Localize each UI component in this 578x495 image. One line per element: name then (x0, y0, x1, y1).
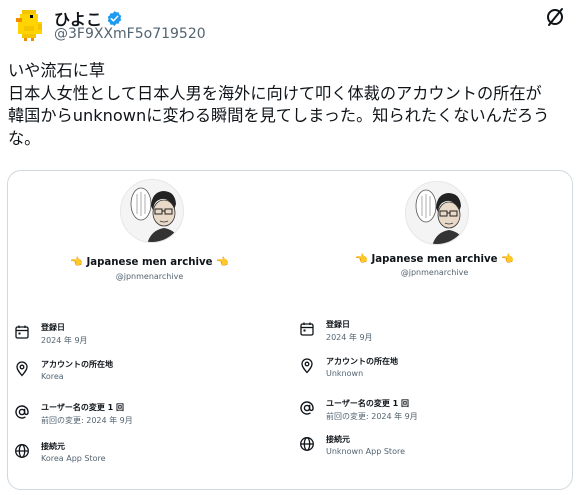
pointing-hand-icon: 👈 (216, 257, 229, 268)
at-sign-icon (15, 405, 29, 419)
info-row-connection: 接続元 Unknown App Store (299, 434, 569, 464)
info-label: アカウントの所在地 (326, 357, 398, 366)
tweet-text: いや流石に草 日本人女性として日本人男を海外に向けて叩く体裁のアカウントの所在が… (8, 60, 570, 150)
tweet-header: ひよこ @3F9XXmF5o719520 (8, 4, 570, 46)
pointing-hand-icon: 👈 (355, 254, 368, 265)
verified-badge-icon (107, 10, 122, 26)
calendar-icon (15, 325, 29, 339)
info-value: 前回の変更: 2024 年 9月 (41, 416, 133, 425)
globe-icon (15, 444, 29, 458)
info-value: 2024 年 9月 (41, 336, 88, 345)
profile-account-name: 👈 Japanese men archive 👈 (8, 257, 291, 268)
info-label: ユーザー名の変更 1 回 (41, 403, 124, 412)
location-pin-icon (301, 358, 313, 374)
profile-avatar (405, 181, 469, 245)
grok-icon[interactable] (544, 6, 566, 28)
profile-screenshot-after: 👈 Japanese men archive 👈 @jpnmenarchive … (293, 171, 572, 489)
calendar-icon (300, 322, 314, 336)
author-handle[interactable]: @3F9XXmF5o719520 (54, 26, 206, 42)
info-row-username-change: ユーザー名の変更 1 回 前回の変更: 2024 年 9月 (14, 402, 284, 432)
info-label: 接続元 (326, 435, 350, 444)
tweet-text-line: 日本人女性として日本人男を海外に向けて叩く体裁のアカウントの所在が (8, 83, 542, 103)
info-value: Unknown (326, 369, 364, 378)
pointing-hand-icon: 👈 (70, 257, 83, 268)
info-row-registered: 登録日 2024 年 9月 (14, 322, 284, 352)
tweet-media-image[interactable]: 👈 Japanese men archive 👈 @jpnmenarchive … (7, 170, 573, 490)
info-label: アカウントの所在地 (41, 360, 113, 369)
info-row-location: アカウントの所在地 Unknown (299, 356, 569, 386)
info-value: Unknown App Store (326, 447, 405, 456)
caricature-portrait-icon (406, 182, 468, 244)
profile-account-name: 👈 Japanese men archive 👈 (293, 254, 572, 265)
info-value: Korea (41, 372, 64, 381)
info-row-connection: 接続元 Korea App Store (14, 441, 284, 471)
at-sign-icon (300, 401, 314, 415)
info-label: ユーザー名の変更 1 回 (326, 399, 409, 408)
info-label: 登録日 (41, 323, 65, 332)
profile-account-name-text: Japanese men archive (371, 254, 498, 265)
info-label: 接続元 (41, 442, 65, 451)
globe-icon (300, 437, 314, 451)
profile-avatar (120, 179, 184, 243)
profile-screenshot-before: 👈 Japanese men archive 👈 @jpnmenarchive … (8, 171, 291, 489)
info-row-location: アカウントの所在地 Korea (14, 359, 284, 389)
tweet-text-line: いや流石に草 (8, 61, 106, 80)
profile-account-name-text: Japanese men archive (86, 257, 213, 268)
yellow-chick-icon[interactable] (8, 4, 48, 44)
info-value: Korea App Store (41, 454, 106, 463)
info-value: 前回の変更: 2024 年 9月 (326, 412, 418, 421)
tweet-text-line: 韓国からunknownに変わる瞬間を見てしまった。知られたくないんだろう (8, 106, 550, 125)
location-pin-icon (16, 361, 28, 377)
pointing-hand-icon: 👈 (501, 254, 514, 265)
info-row-registered: 登録日 2024 年 9月 (299, 319, 569, 349)
profile-account-handle: @jpnmenarchive (115, 272, 184, 281)
profile-account-handle: @jpnmenarchive (400, 268, 469, 277)
info-row-username-change: ユーザー名の変更 1 回 前回の変更: 2024 年 9月 (299, 398, 569, 428)
tweet-text-line: な。 (8, 128, 41, 148)
caricature-portrait-icon (121, 180, 183, 242)
info-value: 2024 年 9月 (326, 333, 373, 342)
info-label: 登録日 (326, 320, 350, 329)
